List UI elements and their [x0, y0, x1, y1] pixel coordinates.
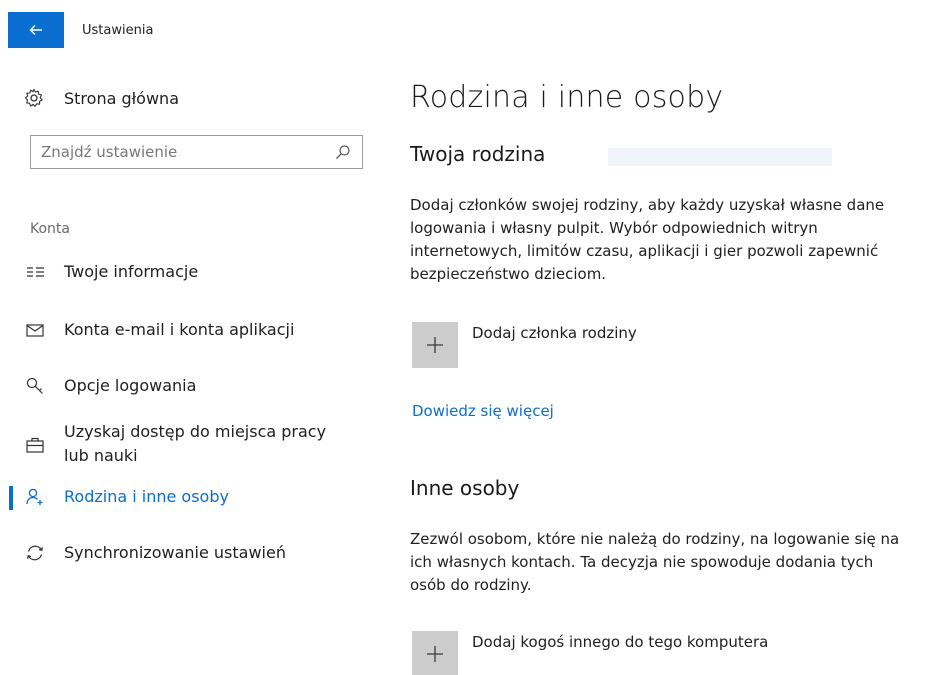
- back-arrow-icon: [29, 25, 42, 35]
- accounts-section-label: Konta: [30, 221, 70, 237]
- sidebar-item-label: Rodzina i inne osoby: [64, 487, 229, 506]
- active-indicator: [9, 486, 13, 510]
- search-input[interactable]: [41, 143, 334, 161]
- search-icon[interactable]: [334, 143, 352, 161]
- family-heading: Twoja rodzina: [410, 142, 546, 166]
- sidebar-item-label: Twoje informacje: [64, 262, 199, 281]
- sidebar-item-email-accounts[interactable]: Konta e-mail i konta aplikacji: [0, 318, 380, 344]
- sidebar-item-sign-in-options[interactable]: Opcje logowania: [0, 374, 380, 400]
- key-icon: [24, 375, 46, 397]
- learn-more-link[interactable]: Dowiedz się więcej: [412, 402, 554, 420]
- home-label: Strona główna: [64, 88, 179, 108]
- person-info-icon: [24, 261, 46, 283]
- sidebar-item-label: Konta e-mail i konta aplikacji: [64, 320, 295, 339]
- sidebar-item-label: Opcje logowania: [64, 376, 197, 395]
- family-description: Dodaj członków swojej rodziny, aby każdy…: [410, 196, 885, 283]
- add-family-member-button[interactable]: Dodaj członka rodziny: [412, 322, 637, 368]
- back-button[interactable]: [8, 12, 64, 48]
- title-bar: Ustawienia: [0, 0, 934, 64]
- other-people-description: Zezwól osobom, które nie należą do rodzi…: [410, 530, 900, 594]
- main-content: Rodzina i inne osoby Twoja rodzina Dodaj…: [380, 64, 934, 675]
- add-other-user-label: Dodaj kogoś innego do tego komputera: [472, 633, 769, 651]
- add-person-icon: [24, 486, 46, 508]
- page-title: Rodzina i inne osoby: [410, 80, 724, 115]
- briefcase-icon: [24, 434, 46, 456]
- sidebar-item-label: Synchronizowanie ustawień: [64, 543, 286, 562]
- plus-icon: [412, 631, 458, 675]
- sidebar-item-your-info[interactable]: Twoje informacje: [0, 260, 380, 286]
- home-nav-item[interactable]: Strona główna: [22, 86, 179, 110]
- sidebar-item-work-school[interactable]: Uzyskaj dostęp do miejsca pracy lub nauk…: [0, 420, 380, 470]
- plus-icon: [412, 322, 458, 368]
- other-people-heading: Inne osoby: [410, 476, 520, 500]
- gear-icon: [22, 86, 46, 110]
- app-title: Ustawienia: [82, 23, 154, 38]
- sidebar-item-sync[interactable]: Synchronizowanie ustawień: [0, 541, 380, 567]
- settings-search-box[interactable]: [30, 135, 363, 169]
- faded-banner: [608, 148, 832, 166]
- add-other-user-button[interactable]: Dodaj kogoś innego do tego komputera: [412, 631, 768, 675]
- sync-icon: [24, 542, 46, 564]
- sidebar: Strona główna Konta Twoje informacje: [0, 64, 380, 675]
- mail-icon: [24, 319, 46, 341]
- sidebar-item-family[interactable]: Rodzina i inne osoby: [0, 485, 380, 511]
- sidebar-item-label: Uzyskaj dostęp do miejsca pracy lub nauk…: [64, 422, 327, 465]
- add-family-member-label: Dodaj członka rodziny: [472, 324, 637, 342]
